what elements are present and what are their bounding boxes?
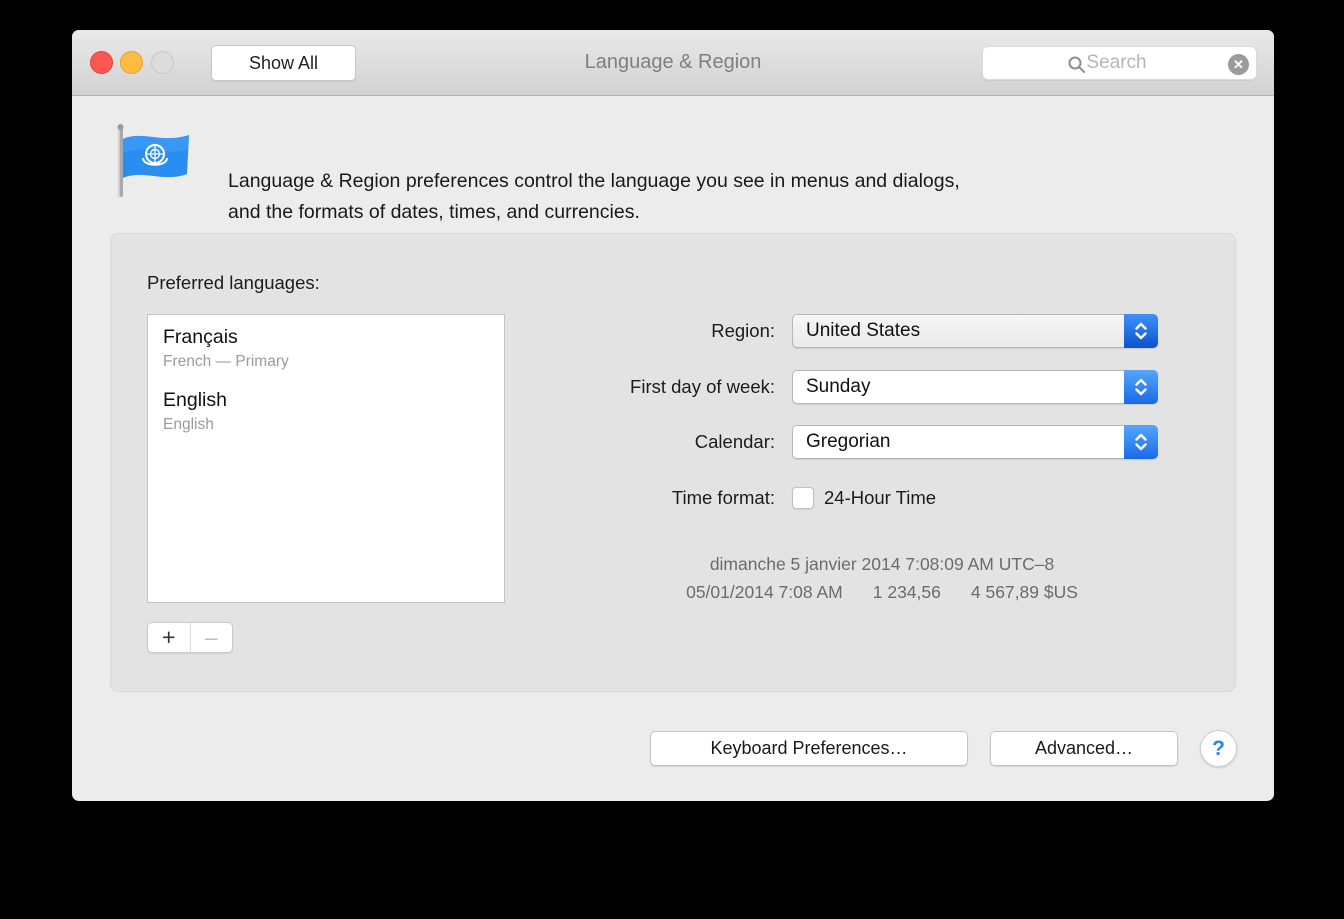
chevron-updown-icon — [1124, 314, 1158, 348]
time-format-label: Time format: — [495, 481, 775, 509]
language-name: English — [163, 389, 504, 412]
first-day-label: First day of week: — [495, 370, 775, 404]
keyboard-preferences-button[interactable]: Keyboard Preferences… — [650, 731, 968, 766]
format-preview-line-2: 05/01/2014 7:08 AM 1 234,56 4 567,89 $US — [527, 578, 1237, 606]
language-region-window: Language & Region Show All ✕ — [72, 30, 1274, 801]
24-hour-time-checkbox[interactable] — [792, 487, 814, 509]
format-preview-line-1: dimanche 5 janvier 2014 7:08:09 AM UTC–8 — [527, 550, 1237, 578]
region-value: United States — [806, 315, 920, 347]
chevron-updown-icon — [1124, 370, 1158, 404]
language-name: Français — [163, 326, 504, 349]
preferred-languages-label: Preferred languages: — [147, 272, 320, 294]
calendar-value: Gregorian — [806, 426, 891, 458]
clear-search-icon[interactable]: ✕ — [1228, 54, 1249, 75]
preview-date-time: 05/01/2014 7:08 AM — [686, 582, 843, 602]
intro-line-1: Language & Region preferences control th… — [228, 166, 1208, 197]
add-remove-segmented-control: + – — [147, 622, 233, 653]
remove-language-button: – — [191, 623, 233, 652]
region-popup[interactable]: United States — [792, 314, 1158, 348]
desktop-background: Language & Region Show All ✕ — [0, 0, 1344, 919]
list-item-francais[interactable]: Français French — Primary — [148, 315, 504, 378]
24-hour-time-checkbox-label[interactable]: 24-Hour Time — [824, 487, 936, 509]
show-all-button[interactable]: Show All — [211, 45, 356, 81]
preview-number: 1 234,56 — [873, 582, 941, 602]
calendar-popup[interactable]: Gregorian — [792, 425, 1158, 459]
preview-currency: 4 567,89 $US — [971, 582, 1078, 602]
preferred-languages-list[interactable]: Français French — Primary English Englis… — [147, 314, 505, 603]
list-item-english[interactable]: English English — [148, 378, 504, 441]
first-day-value: Sunday — [806, 371, 870, 403]
un-flag-icon — [110, 122, 194, 208]
titlebar: Language & Region Show All ✕ — [72, 30, 1274, 96]
calendar-label: Calendar: — [495, 425, 775, 459]
settings-panel: Preferred languages: Français French — P… — [110, 233, 1236, 692]
language-detail: French — Primary — [163, 353, 504, 371]
first-day-popup[interactable]: Sunday — [792, 370, 1158, 404]
chevron-updown-icon — [1124, 425, 1158, 459]
search-input[interactable] — [983, 47, 1256, 79]
add-language-button[interactable]: + — [148, 623, 191, 652]
intro-line-2: and the formats of dates, times, and cur… — [228, 197, 1208, 228]
help-button[interactable]: ? — [1200, 730, 1237, 767]
advanced-button[interactable]: Advanced… — [990, 731, 1178, 766]
language-detail: English — [163, 416, 504, 434]
format-preview: dimanche 5 janvier 2014 7:08:09 AM UTC–8… — [527, 550, 1237, 606]
region-label: Region: — [495, 314, 775, 348]
intro-text: Language & Region preferences control th… — [228, 166, 1208, 228]
search-field[interactable]: ✕ — [982, 46, 1257, 80]
